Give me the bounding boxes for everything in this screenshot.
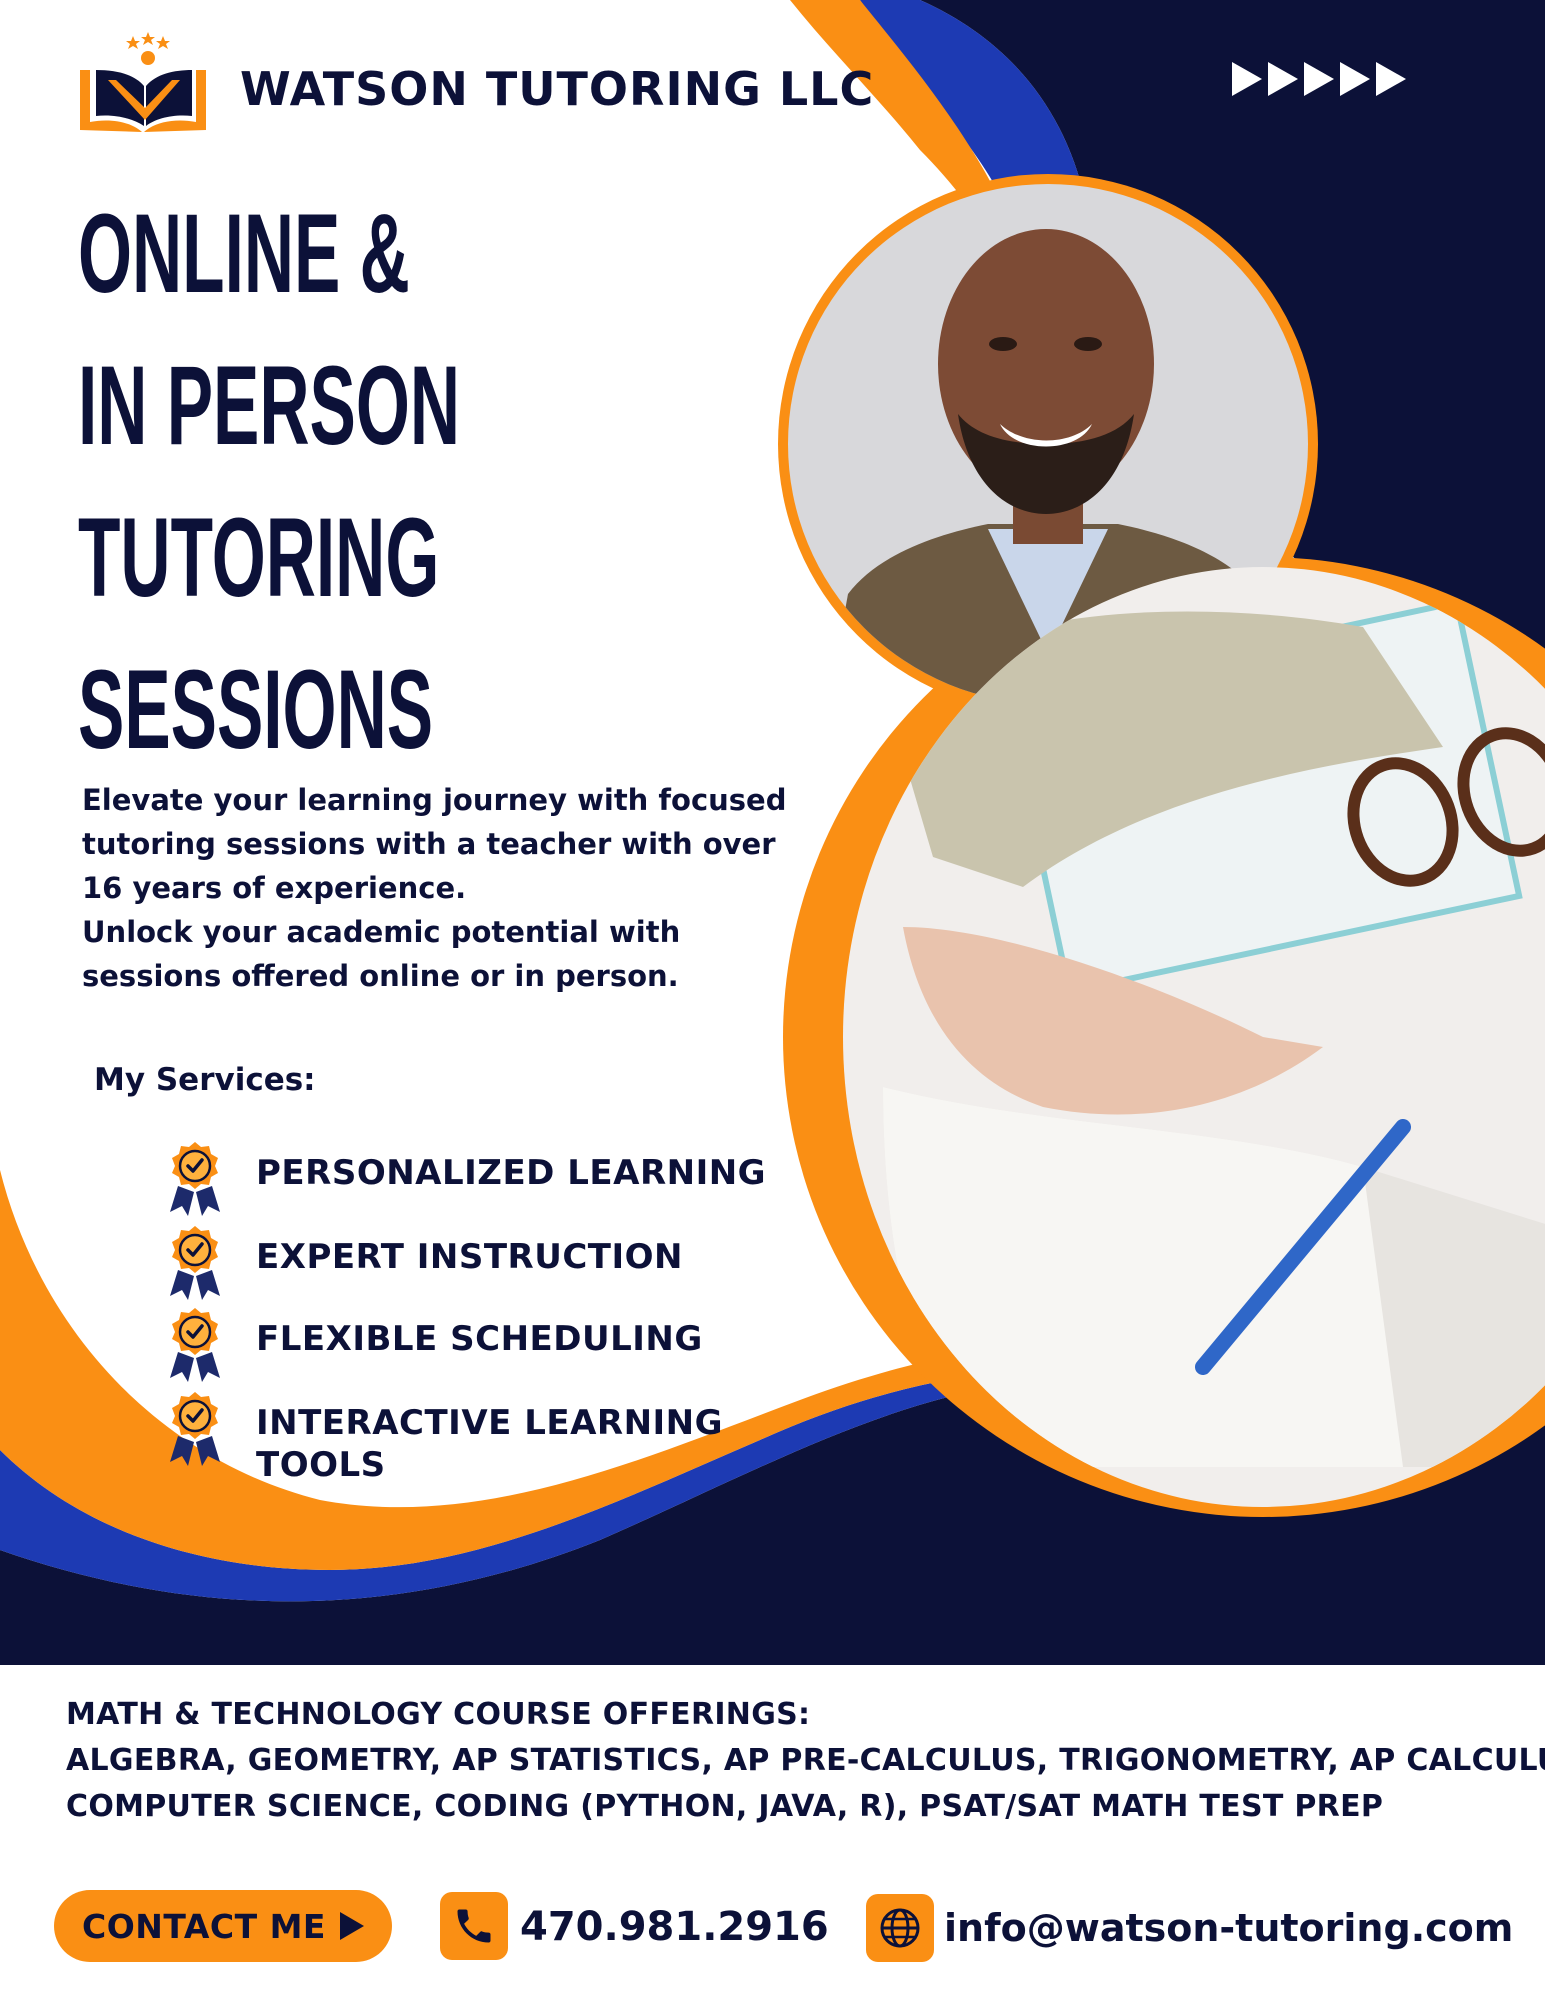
play-arrow-icon xyxy=(1304,62,1334,96)
service-item: FLEXIBLE SCHEDULING xyxy=(164,1306,776,1382)
service-item: PERSONALIZED LEARNING xyxy=(164,1140,776,1216)
service-item: INTERACTIVE LEARNING TOOLS xyxy=(164,1390,726,1486)
flyer-page: WATSON TUTORING LLC ONLINE & IN PERSON T… xyxy=(0,0,1545,2000)
course-offerings: MATH & TECHNOLOGY COURSE OFFERINGS: ALGE… xyxy=(66,1692,1545,1830)
headline-line: TUTORING xyxy=(78,495,440,620)
intro-paragraph: Unlock your academic potential with sess… xyxy=(82,915,681,993)
play-arrow-icon xyxy=(1340,62,1370,96)
award-badge-check-icon xyxy=(170,1308,220,1382)
course-heading: MATH & TECHNOLOGY COURSE OFFERINGS: xyxy=(66,1697,811,1732)
headline-line: ONLINE & xyxy=(78,191,410,316)
headline: ONLINE & IN PERSON TUTORING SESSIONS xyxy=(78,178,460,786)
play-arrow-icon xyxy=(1268,62,1298,96)
service-label: EXPERT INSTRUCTION xyxy=(256,1237,683,1277)
service-item: EXPERT INSTRUCTION xyxy=(164,1224,776,1300)
award-badge-check-icon xyxy=(170,1142,220,1216)
phone-icon xyxy=(440,1892,508,1960)
play-arrow-icon xyxy=(1232,62,1262,96)
headline-line: SESSIONS xyxy=(78,647,434,772)
service-label: PERSONALIZED LEARNING xyxy=(256,1153,767,1193)
decorative-arrows xyxy=(1232,62,1406,96)
award-badge-check-icon xyxy=(170,1226,220,1300)
award-badge-check-icon xyxy=(170,1392,220,1466)
phone-number[interactable]: 470.981.2916 xyxy=(520,1904,829,1950)
brand-name: WATSON TUTORING LLC xyxy=(240,62,875,116)
open-book-with-stars-icon xyxy=(80,32,206,132)
email-address[interactable]: info@watson-tutoring.com xyxy=(944,1906,1513,1950)
services-title: My Services: xyxy=(94,1062,316,1098)
service-label: FLEXIBLE SCHEDULING xyxy=(256,1319,703,1359)
contact-me-button[interactable]: CONTACT ME xyxy=(54,1890,392,1962)
intro-paragraph: Elevate your learning journey with focus… xyxy=(82,783,787,905)
course-list-line: ALGEBRA, GEOMETRY, AP STATISTICS, AP PRE… xyxy=(66,1743,1545,1778)
play-arrow-icon xyxy=(339,1912,364,1940)
service-label: INTERACTIVE LEARNING TOOLS xyxy=(256,1403,724,1485)
headline-line: IN PERSON xyxy=(78,343,460,468)
globe-icon xyxy=(866,1894,934,1962)
intro-text: Elevate your learning journey with focus… xyxy=(82,778,802,998)
play-arrow-icon xyxy=(1376,62,1406,96)
course-list-line: COMPUTER SCIENCE, CODING (PYTHON, JAVA, … xyxy=(66,1789,1384,1824)
contact-button-label: CONTACT ME xyxy=(82,1906,326,1946)
